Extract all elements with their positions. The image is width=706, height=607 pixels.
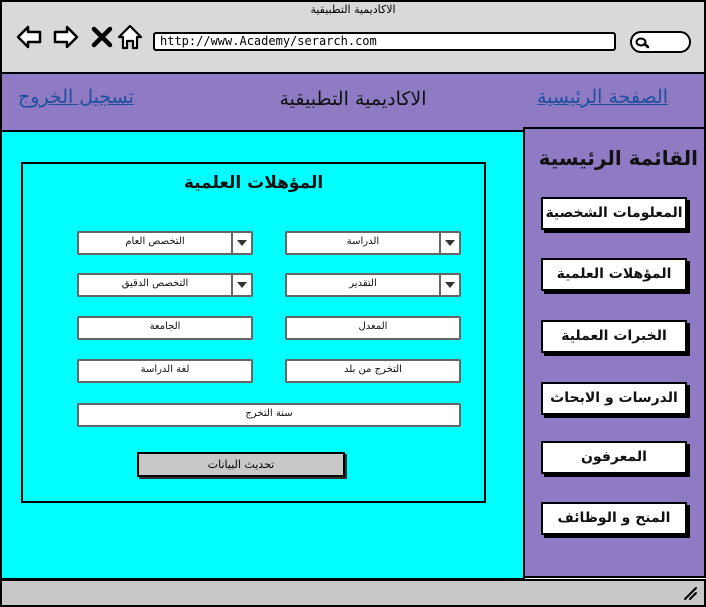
specific-major-select-label: التخصص الدقيق bbox=[121, 278, 189, 289]
home-icon[interactable] bbox=[116, 23, 144, 51]
chevron-down-icon[interactable] bbox=[439, 233, 459, 253]
general-major-select[interactable]: التخصص العام bbox=[77, 231, 253, 255]
chevron-down-icon[interactable] bbox=[231, 275, 251, 295]
general-major-select-label: التخصص العام bbox=[125, 236, 185, 247]
grade-select-label: التقدير bbox=[349, 278, 377, 289]
specific-major-select[interactable]: التخصص الدقيق bbox=[77, 273, 253, 297]
menu-grants-jobs[interactable]: المنح و الوظائف bbox=[541, 502, 687, 535]
menu-research[interactable]: الدرسات و الابحاث bbox=[541, 382, 687, 415]
grade-select[interactable]: التقدير bbox=[285, 273, 461, 297]
chevron-down-icon[interactable] bbox=[439, 275, 459, 295]
menu-qualifications[interactable]: المؤهلات العلمية bbox=[541, 258, 687, 291]
menu-references[interactable]: المعرفون bbox=[541, 441, 687, 474]
window-title: الاكاديمية التطبيقية bbox=[310, 3, 396, 16]
url-bar[interactable]: http://www.Academy/serarch.com bbox=[153, 32, 616, 51]
menu-personal-info[interactable]: المعلومات الشخصية bbox=[541, 197, 687, 230]
search-icon bbox=[635, 37, 650, 49]
resize-grip-icon[interactable] bbox=[682, 585, 698, 601]
study-language-field[interactable]: لغة الدراسة bbox=[77, 359, 253, 383]
close-icon[interactable] bbox=[88, 23, 116, 51]
study-select-label: الدراسة bbox=[346, 236, 380, 247]
back-arrow-icon[interactable] bbox=[15, 23, 43, 51]
study-select[interactable]: الدراسة bbox=[285, 231, 461, 255]
forward-arrow-icon[interactable] bbox=[52, 23, 80, 51]
sidebar-title: القائمة الرئيسية bbox=[538, 146, 698, 170]
gpa-field[interactable]: المعدل bbox=[285, 316, 461, 340]
home-link[interactable]: الصفحة الرئيسية bbox=[537, 86, 668, 108]
graduation-year-field[interactable]: سنة التخرج bbox=[77, 403, 461, 427]
menu-experience[interactable]: الخبرات العملية bbox=[541, 320, 687, 353]
graduation-country-field[interactable]: التخرج من بلد bbox=[285, 359, 461, 383]
status-bar bbox=[0, 579, 706, 607]
university-field[interactable]: الجامعة bbox=[77, 316, 253, 340]
chevron-down-icon[interactable] bbox=[231, 233, 251, 253]
update-data-button[interactable]: تحديث البيانات bbox=[137, 452, 345, 477]
search-box[interactable] bbox=[630, 31, 691, 53]
form-title: المؤهلات العلمية bbox=[183, 173, 324, 193]
